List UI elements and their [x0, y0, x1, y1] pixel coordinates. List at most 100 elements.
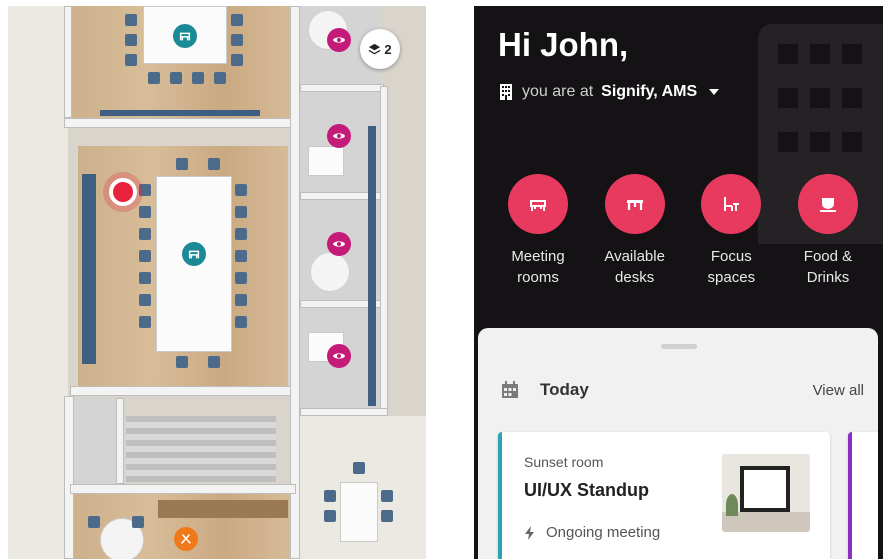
- eye-icon: [332, 241, 346, 247]
- map-chair: [208, 356, 220, 368]
- map-chair: [235, 294, 247, 306]
- map-chair: [235, 250, 247, 262]
- layers-icon: [368, 43, 381, 54]
- app-home-screen: Hi John, you are at Signify, AMS Meeting…: [474, 6, 883, 559]
- greeting-title: Hi John,: [498, 26, 629, 63]
- cutlery-icon: [181, 534, 191, 544]
- next-meeting-card[interactable]: [848, 432, 878, 559]
- category-label: Focus spaces: [707, 248, 756, 286]
- category-label: Food & Drinks: [803, 248, 853, 286]
- building-window: [778, 88, 798, 108]
- location-selector[interactable]: you are at Signify, AMS: [498, 83, 720, 101]
- eye-icon: [332, 133, 346, 139]
- meeting-title: UI/UX Standup: [524, 480, 649, 500]
- category-food-drinks-circle: [797, 174, 858, 234]
- map-chair: [192, 72, 204, 84]
- building-window: [810, 88, 830, 108]
- map-wall: [300, 84, 384, 92]
- map-chair: [381, 490, 393, 502]
- floor-number: 2: [384, 41, 392, 57]
- map-wall: [116, 398, 124, 484]
- today-header: Today View all: [500, 380, 864, 400]
- bottom-sheet[interactable]: Today View all Sunset room UI/UX Standup…: [478, 328, 878, 559]
- map-chair: [231, 34, 243, 46]
- floor-map[interactable]: 2: [8, 6, 426, 559]
- chevron-down-icon: [709, 89, 720, 95]
- map-chair: [139, 250, 151, 262]
- map-stairs: [126, 416, 276, 482]
- today-title: Today: [540, 380, 589, 399]
- map-desk: [308, 146, 344, 176]
- map-chair: [231, 54, 243, 66]
- map-chair: [231, 14, 243, 26]
- category-food-drinks[interactable]: Food & Drinks: [788, 174, 868, 288]
- food-pin[interactable]: [174, 527, 198, 551]
- view-all-link[interactable]: View all: [813, 382, 864, 399]
- meeting-status: Ongoing meeting: [524, 524, 660, 541]
- category-shortcuts: Meeting rooms Available desks Focus spac…: [498, 174, 868, 288]
- room-photo: [722, 454, 810, 532]
- map-outdoor-left: [8, 6, 68, 559]
- map-chair: [88, 516, 100, 528]
- map-chair: [176, 158, 188, 170]
- map-chair: [139, 228, 151, 240]
- focus-chair-icon: [724, 197, 740, 211]
- drag-handle[interactable]: [661, 344, 697, 349]
- map-chair: [235, 228, 247, 240]
- cup-icon: [819, 198, 836, 212]
- map-chair: [235, 272, 247, 284]
- category-meeting-rooms-circle: [508, 174, 568, 234]
- meeting-room-pin[interactable]: [182, 242, 206, 266]
- category-available-desks-circle: [604, 174, 665, 234]
- view-space-pin[interactable]: [327, 344, 351, 368]
- location-name: Signify, AMS: [601, 83, 698, 100]
- map-bench: [100, 110, 260, 116]
- map-chair: [139, 184, 151, 196]
- meeting-card[interactable]: Sunset room UI/UX Standup Ongoing meetin…: [498, 432, 830, 559]
- map-chair: [353, 462, 365, 474]
- room-photo-plant: [726, 494, 738, 516]
- map-chair: [125, 34, 137, 46]
- map-chair: [139, 294, 151, 306]
- building-window: [810, 132, 830, 152]
- map-chair: [132, 516, 144, 528]
- map-chair: [381, 510, 393, 522]
- view-space-pin[interactable]: [327, 232, 351, 256]
- map-chair: [125, 14, 137, 26]
- map-wall: [290, 6, 300, 559]
- map-bench: [368, 126, 376, 406]
- map-chair: [125, 54, 137, 66]
- meeting-room-name: Sunset room: [524, 454, 604, 470]
- building-window: [778, 132, 798, 152]
- calendar-icon: [502, 381, 518, 398]
- view-space-pin[interactable]: [327, 28, 351, 52]
- map-chair: [235, 316, 247, 328]
- category-available-desks[interactable]: Available desks: [595, 174, 675, 288]
- building-icon: [500, 84, 512, 100]
- map-wall: [70, 386, 296, 396]
- desk-icon: [626, 200, 643, 210]
- map-chair: [176, 356, 188, 368]
- room-photo-window: [740, 466, 790, 512]
- view-space-pin[interactable]: [327, 124, 351, 148]
- meeting-chair-icon: [530, 200, 546, 211]
- map-bench: [82, 174, 96, 364]
- meeting-room-pin[interactable]: [173, 24, 197, 48]
- eye-icon: [332, 353, 346, 359]
- building-window: [842, 44, 862, 64]
- map-chair: [139, 316, 151, 328]
- category-label: Available desks: [604, 248, 665, 286]
- map-chair: [214, 72, 226, 84]
- building-window: [778, 44, 798, 64]
- map-table-bottom-right: [340, 482, 378, 542]
- category-focus-spaces-circle: [701, 174, 762, 234]
- floor-layers-button[interactable]: 2: [360, 29, 400, 69]
- chair-icon: [179, 32, 191, 41]
- category-focus-spaces[interactable]: Focus spaces: [691, 174, 771, 288]
- map-room-stair-left: [74, 398, 120, 484]
- building-window: [842, 88, 862, 108]
- map-chair: [324, 490, 336, 502]
- category-meeting-rooms[interactable]: Meeting rooms: [498, 174, 578, 288]
- map-chair: [208, 158, 220, 170]
- map-wall: [380, 86, 388, 416]
